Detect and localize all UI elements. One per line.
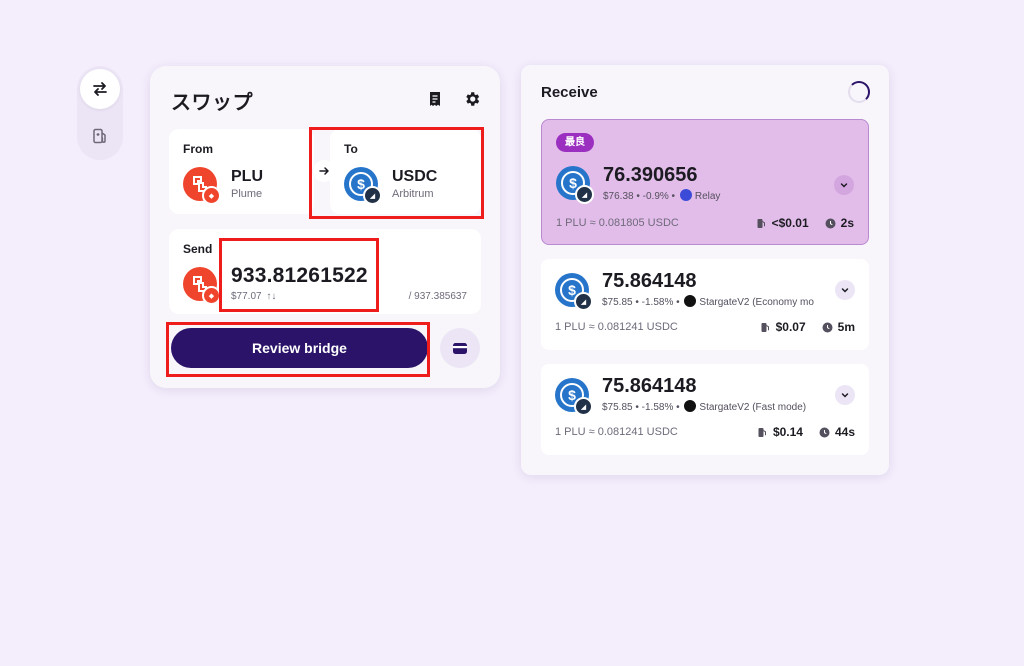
quote-provider: StargateV2 (Fast mode) (699, 402, 807, 413)
arrow-right-icon (319, 167, 329, 175)
quote-change: -1.58% (641, 297, 674, 308)
quote-card[interactable]: 最良 $ ◢ 76.390656 $76.38 • -0.9% • Relay … (541, 119, 869, 245)
plume-chain-icon: ◆ (202, 286, 221, 305)
quote-usd: $76.38 (603, 191, 634, 202)
quote-change: -1.58% (641, 402, 674, 413)
to-token-symbol: USDC (392, 168, 438, 185)
quote-time: 44s (834, 425, 855, 439)
quote-detail: $75.85 • -1.58% • StargateV2 (Fast mode) (602, 400, 807, 413)
stargate-icon (684, 295, 697, 307)
clock-icon (822, 321, 834, 333)
settings-button[interactable] (461, 88, 483, 110)
gas-fee-icon (757, 426, 769, 438)
chevron-down-icon (841, 288, 849, 293)
send-amount-box: Send ◆ 933.81261522 $77.07 ↑↓ / 937.3856… (169, 229, 481, 314)
loading-spinner-icon (848, 81, 870, 103)
send-amount-input[interactable]: 933.81261522 (231, 264, 368, 288)
chevron-down-icon (841, 393, 849, 398)
page-title: スワップ (171, 92, 253, 114)
quote-rate: 1 PLU ≈ 0.081805 USDC (556, 217, 679, 229)
wallet-icon (453, 343, 467, 354)
clock-icon (819, 426, 831, 438)
quote-rate: 1 PLU ≈ 0.081241 USDC (555, 321, 678, 333)
to-token-selector[interactable]: To $ ◢ USDC Arbitrum (330, 129, 481, 214)
usdc-token-icon: $ ◢ (556, 166, 594, 204)
review-bridge-button[interactable]: Review bridge (171, 328, 428, 368)
history-button[interactable] (424, 88, 446, 110)
quote-fees: <$0.01 2s (756, 216, 854, 230)
quote-detail: $75.85 • -1.58% • StargateV2 (Economy mo (602, 295, 814, 308)
mode-rail (77, 66, 123, 160)
stargate-icon (684, 400, 697, 412)
gear-icon (466, 92, 480, 106)
swap-arrows-icon (93, 82, 107, 96)
to-label: To (344, 142, 358, 156)
arbitrum-chain-icon: ◢ (575, 185, 594, 204)
arbitrum-chain-icon: ◢ (574, 397, 593, 416)
quote-amount: 75.864148 (602, 270, 697, 292)
quote-rate: 1 PLU ≈ 0.081241 USDC (555, 426, 678, 438)
quote-change: -0.9% (642, 191, 669, 202)
from-token-chain: Plume (231, 188, 263, 200)
quote-time: 5m (837, 320, 855, 334)
receive-panel: Receive 最良 $ ◢ 76.390656 $76.38 • -0.9% … (521, 65, 889, 475)
clock-icon (825, 217, 837, 229)
quote-detail: $76.38 • -0.9% • Relay (603, 189, 721, 202)
relay-icon (679, 189, 692, 201)
send-usd-text: $77.07 (231, 291, 262, 302)
quote-usd: $75.85 (602, 402, 633, 413)
quote-amount: 75.864148 (602, 375, 697, 397)
plume-token-icon: ◆ (183, 267, 221, 305)
receipt-icon (430, 92, 440, 106)
chevron-down-icon (840, 183, 848, 188)
gas-pump-icon (93, 128, 106, 144)
quote-fee: $0.07 (775, 320, 806, 334)
quote-amount: 76.390656 (603, 164, 698, 186)
usdc-token-icon: $ ◢ (555, 378, 593, 416)
swap-card: スワップ From ◆ PLU Plume To $ ◢ USDC Arbitr… (150, 66, 500, 388)
quote-fee: <$0.01 (771, 216, 809, 230)
to-token-chain: Arbitrum (392, 188, 434, 200)
send-label: Send (183, 242, 213, 256)
send-usd-value: $77.07 ↑↓ (231, 291, 276, 302)
gas-mode-button[interactable] (80, 116, 120, 156)
plume-chain-icon: ◆ (202, 186, 221, 205)
expand-quote-button[interactable] (835, 385, 855, 405)
best-badge: 最良 (556, 133, 594, 152)
usdc-token-icon: $ ◢ (344, 167, 382, 205)
quote-fees: $0.14 44s (757, 425, 855, 439)
quote-fee: $0.14 (772, 425, 803, 439)
usdc-token-icon: $ ◢ (555, 273, 593, 311)
quote-time: 2s (840, 216, 854, 230)
arbitrum-chain-icon: ◢ (363, 186, 382, 205)
from-token-selector[interactable]: From ◆ PLU Plume (169, 129, 314, 214)
gas-fee-icon (760, 321, 772, 333)
quote-usd: $75.85 (602, 297, 633, 308)
receive-title: Receive (541, 84, 598, 101)
quote-provider: Relay (694, 191, 721, 202)
swap-mode-button[interactable] (80, 69, 120, 109)
plume-token-icon: ◆ (183, 167, 221, 205)
from-label: From (183, 142, 213, 156)
from-token-symbol: PLU (231, 168, 263, 185)
quote-card[interactable]: $ ◢ 75.864148 $75.85 • -1.58% • Stargate… (541, 259, 869, 350)
quote-fees: $0.07 5m (760, 320, 855, 334)
expand-quote-button[interactable] (834, 175, 854, 195)
arbitrum-chain-icon: ◢ (574, 292, 593, 311)
toggle-currency-icon[interactable]: ↑↓ (266, 291, 276, 302)
wallet-button[interactable] (440, 328, 480, 368)
balance-max[interactable]: / 937.385637 (409, 291, 467, 302)
expand-quote-button[interactable] (835, 280, 855, 300)
gas-fee-icon (756, 217, 768, 229)
quote-card[interactable]: $ ◢ 75.864148 $75.85 • -1.58% • Stargate… (541, 364, 869, 455)
quote-provider: StargateV2 (Economy mo (699, 297, 814, 308)
